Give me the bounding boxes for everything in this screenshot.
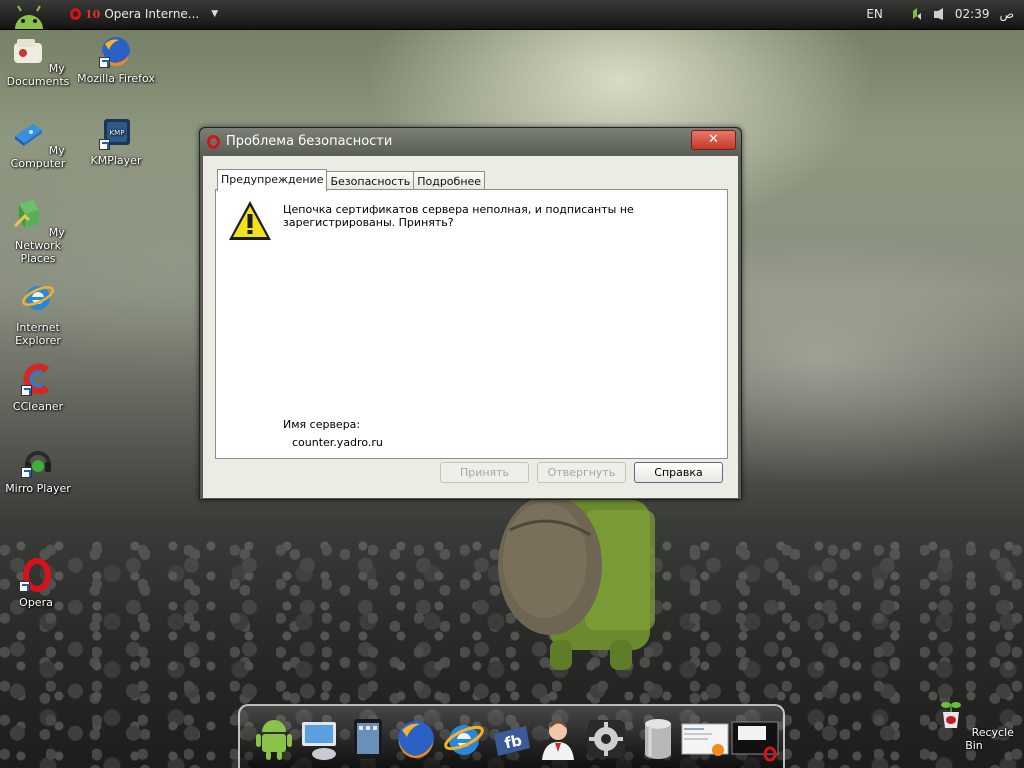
desktop-icon-recycle-bin[interactable]: Recycle Bin <box>934 698 1014 752</box>
dock-bar: fb <box>238 704 785 768</box>
help-button[interactable]: Справка <box>634 462 723 483</box>
shortcut-arrow-icon <box>19 581 30 592</box>
opera-icon <box>207 134 220 149</box>
shortcut-arrow-icon <box>99 57 110 68</box>
dialog-tabs: Предупреждение Безопасность Подробнее <box>217 169 486 191</box>
tablet-icon[interactable] <box>346 716 390 762</box>
android-start-icon[interactable] <box>12 2 46 29</box>
desktop-icon-mozilla-firefox[interactable]: Mozilla Firefox <box>76 34 156 85</box>
volume-icon[interactable] <box>933 7 945 21</box>
tab-details[interactable]: Подробнее <box>413 171 486 191</box>
opera-icon <box>70 8 81 20</box>
shortcut-arrow-icon <box>21 385 32 396</box>
window-preview-icon[interactable] <box>680 716 730 762</box>
desktop-icon-ccleaner[interactable]: CCleaner <box>0 362 78 413</box>
desktop-icon-internet-explorer[interactable]: Internet Explorer <box>0 280 78 347</box>
internet-explorer-icon <box>22 286 54 310</box>
wallpaper-android-figure <box>498 495 655 670</box>
desktop-icon-my-documents[interactable]: My Documents <box>0 34 78 88</box>
dialog-titlebar[interactable]: Проблема безопасности ✕ <box>200 128 741 155</box>
desktop-icon-my-computer[interactable]: My Computer <box>0 116 78 170</box>
shortcut-arrow-icon <box>21 467 32 478</box>
chevron-down-icon[interactable]: ▼ <box>211 9 218 19</box>
shortcut-arrow-icon <box>99 139 110 150</box>
warning-panel: Цепочка сертификатов сервера неполная, и… <box>215 189 728 459</box>
server-name-label: Имя сервера: <box>283 418 361 431</box>
opera-taskbar-button[interactable]: 10 Opera Interne... ▼ <box>70 3 228 25</box>
desktop-icon-opera[interactable]: Opera <box>0 558 76 609</box>
close-icon: ✕ <box>708 132 719 147</box>
tab-security[interactable]: Безопасность <box>326 171 415 191</box>
desktop-icon-mirro-player[interactable]: Mirro Player <box>0 444 78 495</box>
server-name-value: counter.yadro.ru <box>292 436 383 449</box>
system-tray: EN 02:39 ص <box>866 3 1014 25</box>
android-icon[interactable] <box>252 716 296 762</box>
top-taskbar: 10 Opera Interne... ▼ EN 02:39 ص <box>0 0 1024 30</box>
dialog-client-area: Предупреждение Безопасность Подробнее Це… <box>203 156 738 498</box>
dialog-title: Проблема безопасности <box>226 134 393 149</box>
tab-warning[interactable]: Предупреждение <box>217 169 328 191</box>
close-button[interactable]: ✕ <box>691 130 736 150</box>
reject-button[interactable]: Отвергнуть <box>537 462 626 483</box>
recycle-cylinder-icon[interactable] <box>636 716 680 762</box>
security-problem-dialog: Проблема безопасности ✕ Предупреждение Б… <box>199 127 742 500</box>
computer-icon[interactable] <box>298 716 342 762</box>
internet-explorer-icon[interactable] <box>442 716 486 762</box>
task-title: Opera Interne... <box>104 7 200 21</box>
documents-icon <box>14 39 43 63</box>
warning-icon <box>229 201 271 240</box>
desktop-icon-my-network-places[interactable]: My Network Places <box>0 198 78 265</box>
accept-button[interactable]: Принять <box>440 462 529 483</box>
network-icon[interactable] <box>911 7 923 21</box>
recycle-bin-icon <box>941 702 962 728</box>
desktop-icon-kmplayer[interactable]: KMP KMPlayer <box>76 116 156 167</box>
svg-text:KMP: KMP <box>110 129 125 137</box>
network-places-icon <box>14 200 40 228</box>
facebook-icon[interactable]: fb <box>490 716 534 762</box>
language-indicator[interactable]: EN <box>866 7 883 21</box>
settings-icon[interactable] <box>584 716 628 762</box>
computer-drive-icon <box>15 124 43 146</box>
warning-message: Цепочка сертификатов сервера неполная, и… <box>283 203 634 229</box>
clock-ampm: ص <box>999 7 1014 21</box>
contacts-icon[interactable] <box>536 716 580 762</box>
opera-window-icon[interactable] <box>730 716 780 762</box>
clock-time[interactable]: 02:39 <box>955 7 990 21</box>
firefox-icon[interactable] <box>394 716 438 762</box>
task-window-count: 10 <box>85 7 101 21</box>
